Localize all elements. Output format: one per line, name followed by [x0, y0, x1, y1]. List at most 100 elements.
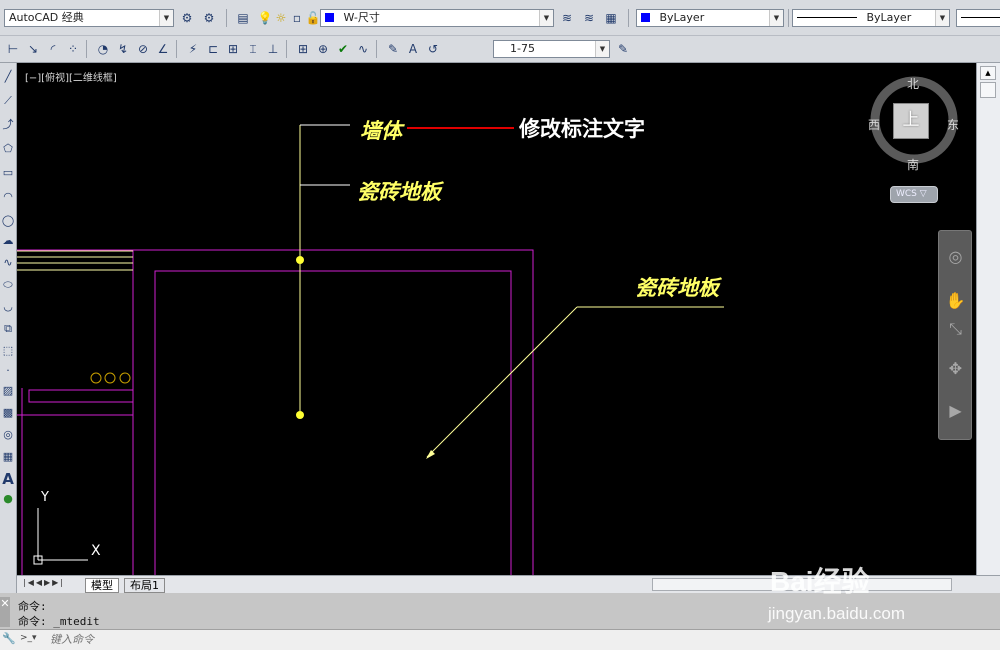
wrench-icon[interactable]: 🔧 — [2, 632, 16, 648]
hatch-icon[interactable]: ▨ — [0, 383, 16, 399]
tab-model[interactable]: 模型 — [85, 578, 119, 593]
layer-state-icon[interactable]: ≋ — [558, 9, 576, 27]
rectangle-icon[interactable]: ▭ — [0, 165, 16, 181]
center-mark-icon[interactable]: ⊕ — [314, 40, 332, 58]
chevron-down-icon: ▼ — [539, 10, 553, 26]
arc-icon[interactable]: ◠ — [0, 189, 16, 205]
layer-dropdown[interactable]: W-尺寸 ▼ — [320, 9, 554, 27]
arc-length-icon[interactable]: ◜ — [44, 40, 62, 58]
color-dropdown[interactable]: ByLayer ▼ — [636, 9, 784, 27]
layer-isolate-icon[interactable]: ▦ — [602, 9, 620, 27]
continue-dimension-icon[interactable]: ⊞ — [224, 40, 242, 58]
zoom-icon[interactable]: ⤡ — [942, 315, 969, 343]
tolerance-icon[interactable]: ⊞ — [294, 40, 312, 58]
gradient-icon[interactable]: ▩ — [0, 405, 16, 421]
workspace-label: AutoCAD 经典 — [9, 11, 84, 24]
ellipse-arc-icon[interactable]: ◡ — [0, 299, 16, 315]
inspection-icon[interactable]: ✔ — [334, 40, 352, 58]
command-input[interactable] — [48, 631, 748, 649]
multiline-text-icon[interactable]: A — [0, 471, 16, 487]
angular-dimension-icon[interactable]: ∠ — [154, 40, 172, 58]
command-prompt-icon[interactable]: >_▾ — [20, 633, 42, 647]
baidu-watermark-url: jingyan.baidu.com — [768, 604, 906, 623]
polyline-icon[interactable]: ⤴ — [0, 117, 16, 133]
quick-dimension-icon[interactable]: ⚡ — [184, 40, 202, 58]
command-history-line-2: 命令: _mtedit — [18, 615, 100, 628]
vertical-scrollbar[interactable]: ▲ — [976, 63, 1000, 575]
tab-layout1[interactable]: 布局1 — [124, 578, 165, 593]
lineweight-dropdown[interactable] — [956, 9, 1000, 27]
dimension-break-icon[interactable]: ⊥ — [264, 40, 282, 58]
steering-wheel-icon[interactable]: ◎ — [942, 243, 969, 271]
viewcube-top-face[interactable]: 上 — [893, 103, 929, 139]
point-icon[interactable]: · — [0, 363, 16, 379]
toolbar-separator — [628, 9, 629, 27]
navigation-bar: ◎ ✋ ⤡ ✥ ▶ — [938, 230, 972, 440]
radius-dimension-icon[interactable]: ◔ — [94, 40, 112, 58]
layer-previous-icon[interactable]: ≋ — [580, 9, 598, 27]
make-block-icon[interactable]: ⬚ — [0, 343, 16, 359]
toolbar-row-2: ⊢ ↘ ◜ ⁘ ◔ ↯ ⊘ ∠ ⚡ ⊏ ⊞ ⌶ ⊥ ⊞ ⊕ ✔ ∿ ✎ A ↺ … — [0, 36, 1000, 63]
polygon-icon[interactable]: ⬠ — [0, 141, 16, 157]
ordinate-dimension-icon[interactable]: ⁘ — [64, 40, 82, 58]
drawing-canvas[interactable]: [−][俯视][二维线框] 墙体 瓷砖地板 瓷砖地板 修改标注文字 Y X 北 … — [17, 63, 976, 575]
annotation-wall[interactable]: 墙体 — [360, 115, 402, 145]
jogged-linear-icon[interactable]: ∿ — [354, 40, 372, 58]
dimension-text-edit-icon[interactable]: A — [404, 40, 422, 58]
symbol-circle — [104, 372, 116, 384]
leader-dot — [296, 256, 304, 264]
dimension-edit-icon[interactable]: ✎ — [384, 40, 402, 58]
workspace-customize-icon[interactable]: ⚙ — [200, 9, 218, 27]
chevron-down-icon: ▼ — [935, 10, 949, 26]
linetype-dropdown[interactable]: ByLayer ▼ — [792, 9, 950, 27]
dimstyle-dropdown[interactable]: 1-75 ▼ — [493, 40, 610, 58]
window-sill — [28, 389, 134, 403]
viewcube-west[interactable]: 西 — [868, 116, 880, 133]
chevron-down-icon: ▼ — [159, 10, 173, 26]
linear-dimension-icon[interactable]: ⊢ — [4, 40, 22, 58]
viewcube-south[interactable]: 南 — [907, 156, 919, 173]
ellipse-icon[interactable]: ⬭ — [0, 277, 16, 293]
layer-manager-icon[interactable]: ▤ — [234, 9, 252, 27]
annotation-tile-floor-2[interactable]: 瓷砖地板 — [635, 272, 719, 302]
tab-navigation-arrows-icon[interactable]: |◀◀▶▶| — [23, 578, 85, 591]
workspace-dropdown[interactable]: AutoCAD 经典 ▼ — [4, 9, 174, 27]
wcs-menu[interactable]: WCS ▽ — [890, 186, 938, 203]
construction-line-icon[interactable]: ⟋ — [0, 93, 16, 109]
viewcube-east[interactable]: 东 — [947, 116, 959, 133]
workspace-settings-icon[interactable]: ⚙ — [178, 9, 196, 27]
circle-icon[interactable]: ◯ — [0, 213, 16, 229]
table-icon[interactable]: ▦ — [0, 449, 16, 465]
baseline-dimension-icon[interactable]: ⊏ — [204, 40, 222, 58]
chevron-down-icon: ▼ — [769, 10, 783, 26]
command-input-bar: 🔧 >_▾ — [0, 629, 1000, 650]
dimension-style-manager-icon[interactable]: ✎ — [614, 40, 632, 58]
insert-block-icon[interactable]: ⧉ — [0, 321, 16, 337]
scroll-thumb[interactable] — [980, 82, 996, 98]
jogged-dimension-icon[interactable]: ↯ — [114, 40, 132, 58]
close-icon[interactable]: ✕ — [0, 597, 10, 627]
wall-inner-line — [154, 270, 512, 575]
layer-color-swatch — [325, 13, 334, 22]
spline-icon[interactable]: ∿ — [0, 255, 16, 271]
toolbar-row-1: AutoCAD 经典 ▼ ⚙ ⚙ ▤ 💡 ☼ ▫ 🔓 W-尺寸 ▼ ≋ ≋ ▦ … — [0, 0, 1000, 36]
dimension-space-icon[interactable]: ⌶ — [244, 40, 262, 58]
symbol-circle — [90, 372, 102, 384]
line-icon[interactable]: ╱ — [0, 69, 16, 85]
aligned-dimension-icon[interactable]: ↘ — [24, 40, 42, 58]
diameter-dimension-icon[interactable]: ⊘ — [134, 40, 152, 58]
toolbar-separator — [788, 9, 789, 27]
add-selected-icon[interactable]: ● — [0, 491, 16, 507]
viewcube-north[interactable]: 北 — [907, 75, 919, 92]
annotation-tile-floor[interactable]: 瓷砖地板 — [357, 176, 441, 206]
lineweight-preview — [961, 17, 1000, 18]
toolbar-separator — [176, 40, 177, 58]
dimension-update-icon[interactable]: ↺ — [424, 40, 442, 58]
showmotion-icon[interactable]: ▶ — [942, 397, 969, 425]
scroll-up-arrow-icon[interactable]: ▲ — [980, 66, 996, 80]
revcloud-icon[interactable]: ☁ — [0, 233, 16, 249]
orbit-icon[interactable]: ✥ — [942, 355, 969, 383]
color-swatch — [641, 13, 650, 22]
region-icon[interactable]: ◎ — [0, 427, 16, 443]
pan-icon[interactable]: ✋ — [942, 287, 969, 315]
